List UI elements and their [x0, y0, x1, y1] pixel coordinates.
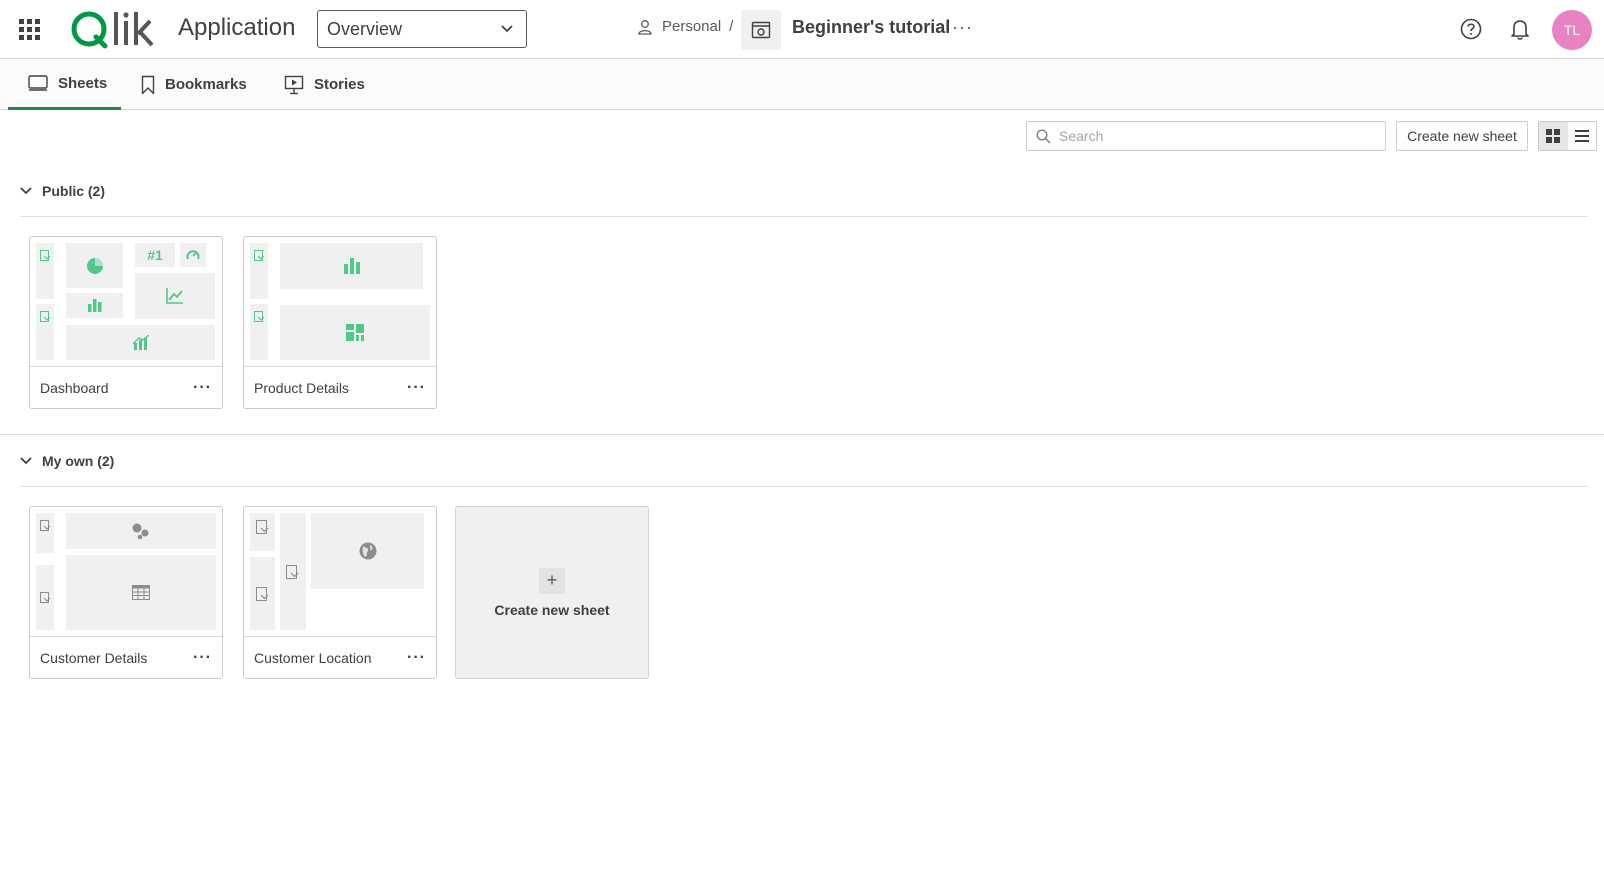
app-launcher-icon[interactable] [19, 19, 40, 40]
top-bar: Application Overview Personal / Beginner… [0, 0, 1604, 59]
gauge-icon [180, 243, 206, 267]
qlik-logo[interactable] [70, 9, 158, 54]
breadcrumb: Personal / [637, 18, 741, 35]
filter-pane-icon [36, 243, 54, 299]
filter-pane-icon [36, 565, 54, 630]
filter-pane-icon [250, 513, 275, 551]
sheet-thumbnail: #1 [30, 237, 222, 367]
sheet-title: Customer Location [254, 650, 372, 666]
person-icon [638, 19, 652, 35]
tab-bookmarks[interactable]: Bookmarks [121, 59, 247, 110]
create-new-sheet-label: Create new sheet [494, 601, 610, 618]
tab-label: Sheets [58, 74, 108, 92]
view-toggle [1538, 121, 1597, 151]
grid-view-button[interactable] [1539, 122, 1568, 150]
filter-pane-icon [250, 304, 268, 360]
chevron-down-icon [488, 11, 526, 47]
sheet-thumbnail [30, 507, 222, 637]
app-more-options-icon[interactable]: ··· [952, 17, 973, 38]
sheet-card-customer-details[interactable]: Customer Details ··· [29, 506, 223, 679]
notification-bell-icon[interactable] [1510, 18, 1530, 45]
plus-icon: + [539, 567, 565, 594]
sheet-card-dashboard[interactable]: #1 Dashboard ··· [29, 236, 223, 409]
user-avatar[interactable]: TL [1552, 10, 1592, 50]
create-new-sheet-button[interactable]: Create new sheet [1396, 121, 1528, 151]
sheet-thumbnail [244, 507, 436, 637]
sheet-card-footer: Product Details ··· [244, 368, 436, 408]
story-icon [284, 75, 304, 94]
sheet-card-product-details[interactable]: Product Details ··· [243, 236, 437, 409]
section-header-my-own[interactable]: My own (2) [20, 453, 114, 469]
line-chart-icon [135, 273, 215, 319]
tab-label: Bookmarks [165, 76, 247, 93]
pie-chart-icon [66, 243, 123, 288]
filter-pane-icon [280, 513, 306, 630]
section-title: My own (2) [42, 453, 115, 469]
bookmark-icon [141, 75, 155, 94]
tab-bar: Sheets Bookmarks Stories [0, 59, 1604, 110]
filter-pane-icon [250, 243, 268, 299]
filter-pane-icon [36, 304, 54, 360]
sheet-selector-value: Overview [327, 18, 403, 39]
sheet-title: Customer Details [40, 650, 148, 666]
sheet-card-footer: Customer Location ··· [244, 638, 436, 678]
sheet-menu-icon[interactable]: ··· [191, 649, 214, 667]
grid-view-icon [1546, 129, 1561, 143]
search-icon [1036, 128, 1051, 144]
section-separator [0, 434, 1604, 435]
treemap-icon [280, 305, 430, 360]
section-header-public[interactable]: Public (2) [20, 183, 105, 199]
tab-label: Stories [314, 76, 365, 93]
section-divider [20, 486, 1588, 487]
search-input[interactable] [1059, 128, 1359, 144]
sheet-menu-icon[interactable]: ··· [405, 649, 428, 667]
sheet-card-footer: Dashboard ··· [30, 368, 222, 408]
search-box [1026, 121, 1386, 151]
tab-stories[interactable]: Stories [264, 59, 365, 110]
sheet-icon [28, 75, 48, 91]
create-new-sheet-card[interactable]: + Create new sheet [455, 506, 649, 679]
breadcrumb-separator: / [729, 18, 734, 35]
app-section-title: Application [178, 14, 296, 41]
app-name: Beginner's tutorial [792, 17, 951, 37]
scatter-plot-icon [66, 513, 216, 549]
sheet-title: Product Details [254, 380, 349, 396]
sheet-title: Dashboard [40, 380, 109, 396]
bar-chart-icon [66, 293, 123, 318]
sheet-menu-icon[interactable]: ··· [191, 379, 214, 397]
help-icon[interactable] [1460, 18, 1482, 45]
app-icon [741, 10, 781, 50]
sheet-thumbnail [244, 237, 436, 367]
list-view-icon [1574, 130, 1589, 142]
sheet-card-footer: Customer Details ··· [30, 638, 222, 678]
filter-pane-icon [36, 513, 54, 553]
chevron-down-icon [20, 457, 32, 465]
kpi-icon: #1 [135, 243, 175, 267]
filter-pane-icon [250, 557, 275, 630]
sheet-card-customer-location[interactable]: Customer Location ··· [243, 506, 437, 679]
sheet-menu-icon[interactable]: ··· [405, 379, 428, 397]
combo-chart-icon [66, 325, 215, 360]
table-icon [66, 555, 216, 630]
list-view-button[interactable] [1568, 122, 1597, 150]
section-title: Public (2) [42, 183, 106, 199]
tab-sheets[interactable]: Sheets [8, 59, 121, 110]
section-divider [20, 216, 1588, 217]
map-icon [311, 513, 424, 589]
sheet-selector-dropdown[interactable]: Overview [317, 10, 527, 48]
bar-chart-icon [280, 243, 423, 289]
chevron-down-icon [20, 187, 32, 195]
breadcrumb-space[interactable]: Personal [662, 18, 721, 35]
